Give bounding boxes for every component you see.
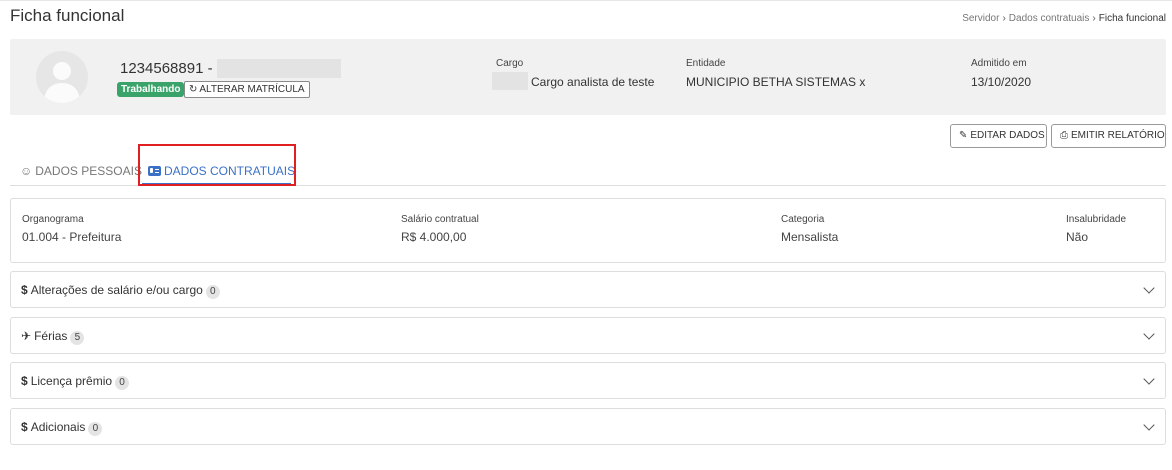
alterar-matricula-button[interactable]: ↻ ALTERAR MATRÍCULA	[184, 81, 310, 98]
count-badge: 0	[88, 422, 103, 436]
insalubridade-value: Não	[1066, 230, 1089, 244]
editar-dados-button[interactable]: ✎ EDITAR DADOS	[950, 124, 1047, 148]
categoria-value: Mensalista	[781, 230, 839, 244]
accordion-title: $ Licença prêmio 0	[21, 374, 130, 390]
alterar-matricula-label: ALTERAR MATRÍCULA	[199, 84, 305, 95]
entidade-label: Entidade	[686, 58, 726, 69]
chevron-down-icon[interactable]	[1143, 282, 1155, 294]
emitir-relatorio-button[interactable]: ⎙ EMITIR RELATÓRIO	[1051, 124, 1166, 148]
count-badge: 0	[205, 285, 220, 299]
accordion-licenca-label: Licença prêmio	[30, 374, 113, 388]
redacted-cargo-code	[492, 72, 528, 90]
user-silhouette-icon	[44, 62, 80, 103]
accordion-alteracoes-salario[interactable]: $ Alterações de salário e/ou cargo 0	[10, 271, 1166, 308]
top-divider	[0, 0, 1172, 1]
status-badge: Trabalhando	[117, 82, 185, 97]
count-badge: 0	[115, 376, 130, 390]
chevron-down-icon[interactable]	[1143, 328, 1155, 340]
matricula-number: 1234568891 -	[120, 60, 213, 77]
contract-info-card: Organograma 01.004 - Prefeitura Salário …	[10, 198, 1166, 263]
breadcrumb: Servidor › Dados contratuais › Ficha funcion…	[962, 13, 1166, 24]
editar-dados-label: EDITAR DADOS	[970, 130, 1045, 141]
accordion-ferias-label: Férias	[34, 329, 68, 343]
admitido-label: Admitido em	[971, 58, 1027, 69]
organograma-value: 01.004 - Prefeitura	[22, 230, 122, 244]
accordion-title: $ Adicionais 0	[21, 420, 103, 436]
accordion-adicionais[interactable]: $ Adicionais 0	[10, 408, 1166, 445]
salario-label: Salário contratual	[401, 214, 479, 225]
entidade-value: MUNICIPIO BETHA SISTEMAS x	[686, 75, 866, 89]
breadcrumb-separator: ›	[1092, 13, 1096, 24]
accordion-title: $ Alterações de salário e/ou cargo 0	[21, 283, 220, 299]
highlight-annotation-box	[138, 144, 296, 186]
page-title: Ficha funcional	[10, 6, 125, 25]
dollar-icon: $	[21, 420, 28, 434]
count-badge: 5	[70, 331, 85, 345]
categoria-label: Categoria	[781, 214, 825, 225]
accordion-licenca-premio[interactable]: $ Licença prêmio 0	[10, 362, 1166, 399]
tab-dados-pessoais[interactable]: ☺ DADOS PESSOAIS	[20, 164, 142, 178]
accordion-title: ✈ Férias 5	[21, 329, 85, 345]
pencil-icon: ✎	[959, 130, 968, 141]
breadcrumb-current: Ficha funcional	[1098, 13, 1166, 24]
insalubridade-label: Insalubridade	[1066, 214, 1127, 225]
accordion-ferias[interactable]: ✈ Férias 5	[10, 317, 1166, 354]
profile-summary: 1234568891 - Trabalhando ↻ ALTERAR MATRÍC…	[10, 39, 1166, 115]
refresh-icon: ↻	[189, 84, 198, 95]
accordion-alteracoes-label: Alterações de salário e/ou cargo	[30, 283, 203, 297]
organograma-label: Organograma	[22, 214, 84, 225]
user-outline-icon: ☺	[20, 164, 33, 178]
chevron-down-icon[interactable]	[1143, 419, 1155, 431]
redacted-name	[217, 59, 341, 78]
avatar	[36, 51, 88, 103]
plane-icon: ✈	[21, 329, 32, 343]
cargo-value: Cargo analista de teste	[531, 75, 655, 89]
accordion-adicionais-label: Adicionais	[30, 420, 86, 434]
breadcrumb-separator: ›	[1002, 13, 1006, 24]
printer-icon: ⎙	[1060, 130, 1068, 141]
cargo-label: Cargo	[496, 58, 524, 69]
dollar-icon: $	[21, 374, 28, 388]
tab-dados-pessoais-label: DADOS PESSOAIS	[35, 164, 142, 178]
dollar-icon: $	[21, 283, 28, 297]
emitir-relatorio-label: EMITIR RELATÓRIO	[1071, 130, 1165, 141]
salario-value: R$ 4.000,00	[401, 230, 467, 244]
breadcrumb-dados-contratuais[interactable]: Dados contratuais	[1009, 13, 1090, 24]
breadcrumb-servidor[interactable]: Servidor	[962, 13, 999, 24]
chevron-down-icon[interactable]	[1143, 373, 1155, 385]
admitido-value: 13/10/2020	[971, 75, 1032, 89]
